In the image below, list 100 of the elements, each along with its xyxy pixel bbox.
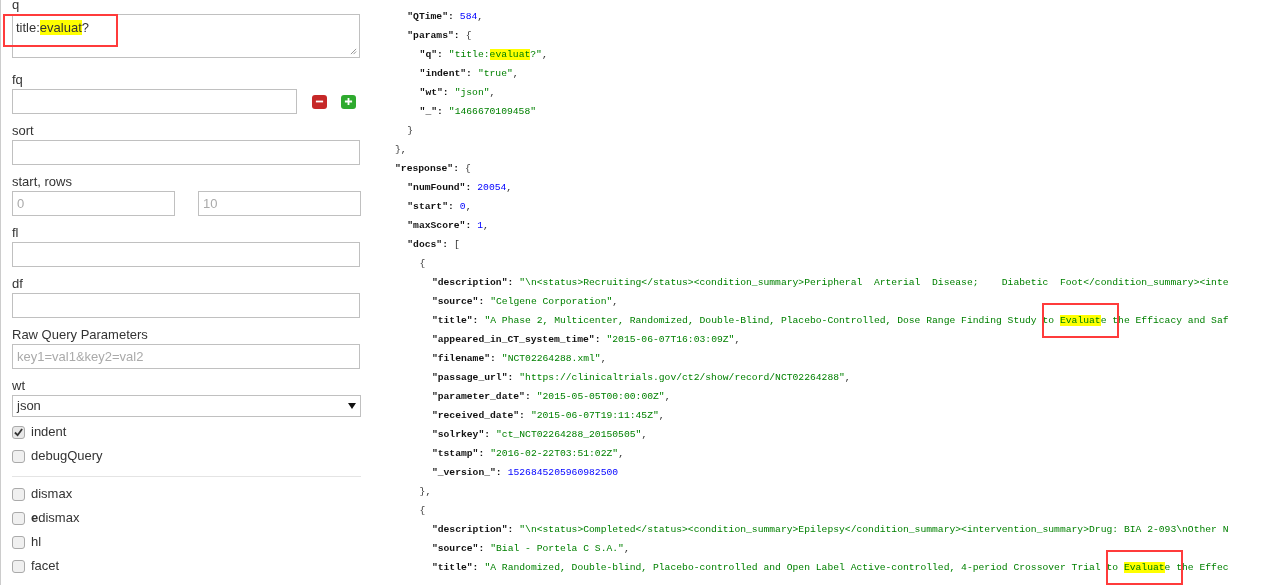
json-bracket: },	[419, 485, 432, 500]
json-punctuation: ,	[664, 390, 671, 405]
text: ?"	[530, 49, 542, 61]
json-punctuation: ,	[658, 409, 665, 424]
select-dropdown[interactable]: json	[12, 395, 361, 417]
json-string: "2015-05-05T00:00:00Z"	[536, 391, 665, 403]
add-button[interactable]	[341, 94, 356, 109]
text: "A Randomized, Double-blind, Placebo-controlled and Open Label Active-controlled, 4-period Crossover Trial to	[484, 562, 1120, 574]
highlighted-text: evaluat	[39, 20, 82, 35]
text: "A Phase 2, Multicenter, Randomized, Double-Blind, Placebo-Controlled, Dose Range Finding Study to	[484, 315, 1056, 327]
json-punctuation: ,	[477, 10, 484, 25]
json-key: "wt":	[419, 86, 449, 101]
json-key: "indent":	[419, 67, 472, 82]
json-key: "_version_":	[431, 466, 502, 481]
checkbox-label: edismax	[31, 509, 80, 528]
json-number: 0	[459, 201, 466, 213]
json-key: "description":	[431, 276, 514, 291]
json-key: "params":	[407, 29, 460, 44]
json-punctuation: ,	[734, 333, 741, 348]
json-bracket: {	[464, 162, 471, 177]
json-number: 20054	[477, 182, 507, 194]
json-string: "2016-02-22T03:51:02Z"	[490, 448, 619, 460]
json-key: "title":	[431, 561, 479, 576]
json-bracket: },	[395, 143, 407, 158]
checkbox[interactable]	[12, 425, 25, 439]
json-string: "json"	[454, 87, 490, 99]
json-key: "QTime":	[407, 10, 454, 25]
text-field[interactable]	[12, 140, 360, 165]
field-label: sort	[12, 122, 34, 140]
json-punctuation: ,	[623, 542, 630, 557]
json-key: "title":	[431, 314, 479, 329]
json-number: 584	[459, 11, 478, 23]
json-key: "filename":	[431, 352, 496, 367]
json-key: "response":	[395, 162, 459, 177]
checkbox[interactable]	[12, 535, 25, 549]
json-punctuation: ,	[483, 219, 489, 234]
remove-button[interactable]	[312, 94, 327, 109]
text-field[interactable]	[12, 242, 360, 267]
json-key: "numFound":	[407, 181, 472, 196]
field-label: Raw Query Parameters	[12, 326, 148, 344]
json-string: "Celgene Corporation"	[490, 296, 613, 308]
highlighted-text: evaluat	[489, 49, 531, 61]
json-string: "Bial - Portela C S.A."	[490, 543, 624, 555]
field-label: fl	[12, 224, 19, 242]
highlighted-text: Evaluat	[1059, 315, 1101, 327]
json-punctuation: ,	[512, 67, 519, 82]
json-key: "description":	[431, 523, 514, 538]
checkbox[interactable]	[12, 449, 25, 463]
json-key: "solrkey":	[431, 428, 491, 443]
json-bracket: {	[419, 257, 426, 272]
text: title:	[16, 20, 40, 35]
json-punctuation: ,	[506, 181, 513, 196]
field-label: start, rows	[12, 173, 72, 191]
checkmark-icon	[14, 427, 23, 437]
json-string: "2015-06-07T19:11:45Z"	[530, 410, 659, 422]
json-punctuation: ,	[844, 371, 851, 386]
json-bracket: [	[454, 238, 460, 253]
text-field[interactable]	[12, 293, 360, 318]
json-punctuation: ,	[641, 428, 648, 443]
json-bracket: }	[407, 124, 414, 139]
json-key: "docs":	[407, 238, 448, 253]
json-punctuation: ,	[465, 200, 472, 215]
text-field[interactable]: key1=val1&key2=val2	[12, 344, 360, 369]
json-punctuation: ,	[489, 86, 496, 101]
plus-icon	[344, 97, 353, 106]
json-key: "tstamp":	[431, 447, 485, 462]
resize-handle-icon[interactable]	[350, 48, 357, 55]
json-key: "appeared_in_CT_system_time":	[431, 333, 601, 348]
json-string: "NCT02264288.xml"	[501, 353, 601, 365]
json-key: "passage_url":	[431, 371, 514, 386]
json-key: "start":	[407, 200, 454, 215]
text-field[interactable]: 10	[198, 191, 361, 216]
checkbox[interactable]	[12, 559, 25, 573]
json-bracket: {	[419, 504, 426, 519]
field-label: q	[12, 0, 20, 14]
checkbox[interactable]	[12, 487, 25, 501]
json-key: "_":	[419, 105, 443, 120]
checkbox-label: debugQuery	[31, 447, 103, 466]
checkbox-label: indent	[31, 423, 67, 442]
json-string: "1466670109458"	[448, 106, 537, 118]
text: "title:	[448, 49, 490, 61]
json-number: 1526845205960982500	[507, 467, 619, 479]
checkbox[interactable]	[12, 511, 25, 525]
json-string: "\n<status>Recruiting</status><condition_summary>Peripheral Arterial Disease; Diabetic Foot</condition_summary><inte	[519, 277, 1229, 289]
json-key: "maxScore":	[407, 219, 472, 234]
field-label: df	[12, 275, 23, 293]
checkbox-label: facet	[31, 557, 60, 576]
checkbox-label: hl	[31, 533, 42, 552]
dropdown-caret-icon	[348, 403, 356, 409]
json-key: "q":	[419, 48, 443, 63]
json-punctuation: ,	[612, 295, 619, 310]
json-key: "parameter_date":	[431, 390, 531, 405]
checkbox-label: dismax	[31, 485, 73, 504]
json-punctuation: ,	[600, 352, 607, 367]
highlighted-text: Evaluat	[1123, 562, 1165, 574]
json-string: "\n<status>Completed</status><condition_summary>Epilepsy</condition_summary><intervention_summary>Drug: BIA 2-093\nOther N	[519, 524, 1229, 536]
text-field[interactable]: 0	[12, 191, 175, 216]
json-punctuation: ,	[618, 447, 624, 462]
text-field[interactable]	[12, 89, 297, 114]
field-label: fq	[12, 71, 23, 89]
